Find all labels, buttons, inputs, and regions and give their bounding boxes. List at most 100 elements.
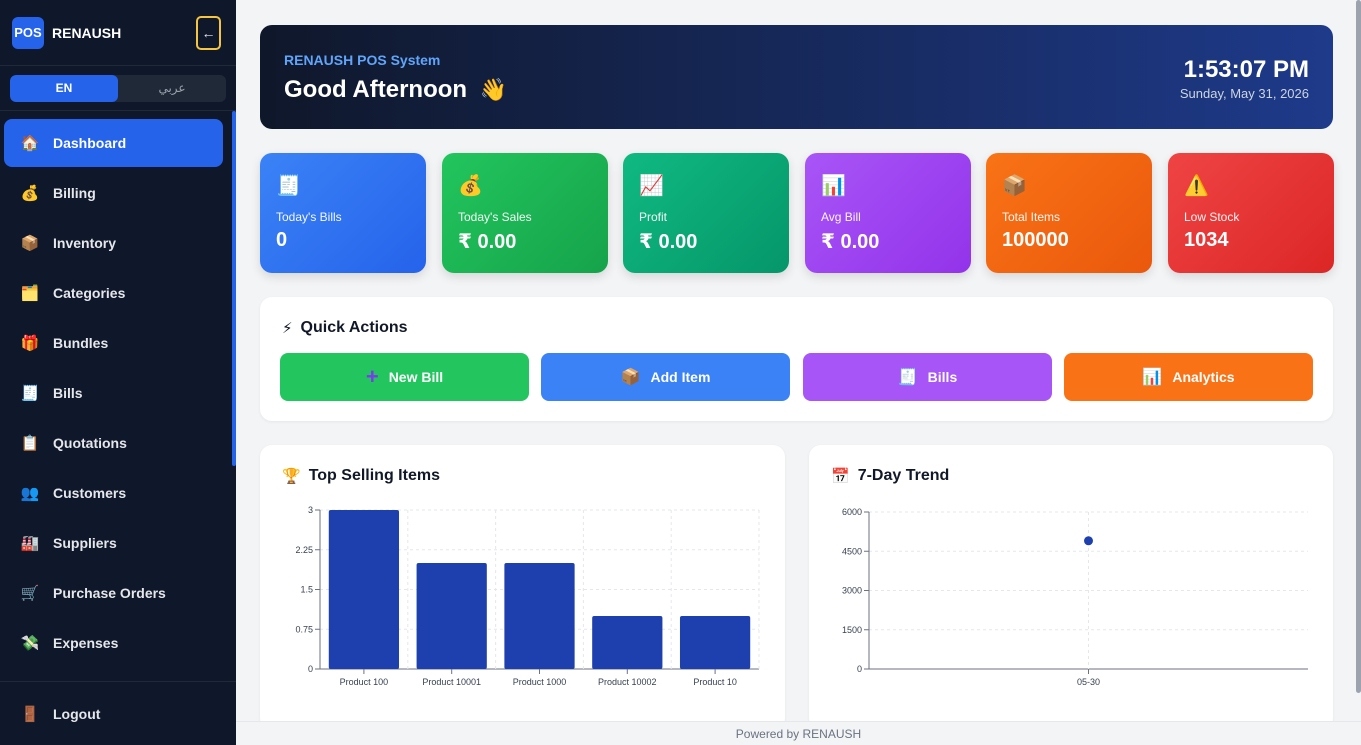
sidebar-item-label: Purchase Orders [53, 585, 166, 601]
quick-actions-title-text: Quick Actions [300, 319, 408, 336]
sidebar-item-customers[interactable]: 👥 Customers [4, 469, 223, 517]
stat-value: ₹ 0.00 [821, 231, 880, 253]
money-wings-icon: 💸 [20, 635, 40, 652]
stat-label: Total Items [1002, 210, 1061, 224]
clipboard-icon: 📋 [20, 435, 40, 452]
button-label: Add Item [650, 369, 711, 385]
stat-card-todays-bills: 🧾 Today's Bills 0 [260, 153, 426, 273]
clock-time: 1:53:07 PM [1183, 56, 1309, 83]
home-icon: 🏠 [20, 135, 40, 152]
sidebar-item-dashboard[interactable]: 🏠 Dashboard [4, 119, 223, 167]
button-label: Analytics [1172, 369, 1235, 385]
stat-card-total-items: 📦 Total Items 100000 [986, 153, 1152, 273]
money-bag-icon: 💰 [458, 175, 483, 197]
y-tick-label: 0.75 [295, 624, 313, 634]
brand-name: RENAUSH [52, 24, 122, 41]
sidebar-item-suppliers[interactable]: 🏭 Suppliers [4, 519, 223, 567]
y-tick-label: 0 [857, 664, 862, 674]
sidebar-item-label: Customers [53, 485, 127, 501]
sidebar-item-expenses[interactable]: 💸 Expenses [4, 619, 223, 667]
money-bag-icon: 💰 [20, 185, 40, 202]
y-tick-label: 6000 [842, 507, 862, 517]
trend-card: 📅 7-Day Trend 0 1500 3000 4500 6000 05-30 [809, 445, 1333, 730]
sidebar-item-bundles[interactable]: 🎁 Bundles [4, 319, 223, 367]
package-icon: 📦 [1002, 175, 1027, 197]
folder-icon: 🗂️ [20, 285, 40, 302]
x-tick-label: Product 10 [693, 677, 737, 687]
stat-value: ₹ 0.00 [458, 231, 517, 253]
footer: Powered by RENAUSH [236, 721, 1361, 745]
greeting-text: Good Afternoon [284, 76, 468, 103]
bills-button[interactable]: 🧾 Bills [803, 353, 1052, 401]
welcome-banner: RENAUSH POS System Good Afternoon 👋 1:53… [260, 25, 1333, 129]
logout-button[interactable]: 🚪 Logout [0, 681, 236, 745]
new-bill-button[interactable]: + New Bill [280, 353, 529, 401]
analytics-button[interactable]: 📊 Analytics [1064, 353, 1313, 401]
warning-icon: ⚠️ [1184, 175, 1209, 197]
package-icon: 📦 [620, 369, 641, 386]
x-tick-label: Product 10002 [598, 677, 657, 687]
wave-icon: 👋 [479, 77, 508, 102]
stat-card-profit: 📈 Profit ₹ 0.00 [623, 153, 789, 273]
brand-logo: POS [12, 16, 44, 49]
y-tick-label: 3 [308, 505, 313, 515]
sidebar-item-inventory[interactable]: 📦 Inventory [4, 219, 223, 267]
sidebar-item-label: Bundles [53, 335, 109, 351]
sidebar-item-categories[interactable]: 🗂️ Categories [4, 269, 223, 317]
sidebar-item-quotations[interactable]: 📋 Quotations [4, 419, 223, 467]
sidebar: POS RENAUSH ← EN عربي 🏠 Dashboard 💰 Bill… [0, 0, 236, 745]
sidebar-item-label: Expenses [53, 635, 119, 651]
top-selling-chart: 0 0.75 1.5 2.25 3 Product 100 Product 10001 Pro… [295, 505, 760, 687]
sidebar-item-label: Inventory [53, 235, 117, 251]
system-name: RENAUSH POS System [284, 52, 441, 68]
lang-en-button[interactable]: EN [10, 74, 118, 102]
stat-value: 0 [276, 229, 288, 251]
button-label: New Bill [388, 369, 444, 385]
page-scrollbar[interactable] [1356, 0, 1361, 693]
sidebar-scrollbar[interactable] [232, 111, 236, 466]
logout-label: Logout [53, 705, 101, 722]
door-icon: 🚪 [20, 705, 40, 723]
bar [504, 563, 575, 669]
language-switcher: EN عربي [0, 66, 236, 111]
lightning-icon: ⚡ [282, 320, 293, 337]
bar-chart-icon: 📊 [1142, 369, 1163, 386]
gift-icon: 🎁 [20, 335, 40, 352]
plus-icon: + [365, 364, 379, 389]
sidebar-nav: 🏠 Dashboard 💰 Billing 📦 Inventory 🗂️ Cat… [0, 111, 236, 681]
sidebar-item-purchase-orders[interactable]: 🛒 Purchase Orders [4, 569, 223, 617]
lang-ar-button[interactable]: عربي [118, 75, 226, 102]
collapse-sidebar-button[interactable]: ← [196, 16, 221, 50]
stat-card-todays-sales: 💰 Today's Sales ₹ 0.00 [442, 153, 608, 273]
trend-chart: 0 1500 3000 4500 6000 05-30 [842, 507, 1308, 687]
quick-actions-title: ⚡ Quick Actions [282, 319, 408, 337]
y-tick-label: 3000 [842, 586, 862, 596]
sidebar-item-label: Dashboard [53, 135, 127, 151]
factory-icon: 🏭 [20, 535, 40, 552]
receipt-icon: 🧾 [276, 175, 301, 197]
x-tick-label: 05-30 [1077, 677, 1100, 687]
receipt-icon: 🧾 [20, 385, 40, 402]
add-item-button[interactable]: 📦 Add Item [541, 353, 790, 401]
stat-value: 100000 [1002, 229, 1069, 251]
receipt-icon: 🧾 [897, 369, 918, 386]
sidebar-item-label: Billing [53, 185, 96, 201]
sidebar-item-bills[interactable]: 🧾 Bills [4, 369, 223, 417]
y-tick-label: 4500 [842, 546, 862, 556]
clock-date: Sunday, May 31, 2026 [1179, 86, 1309, 101]
bar [328, 510, 400, 669]
chart-up-icon: 📈 [639, 175, 664, 197]
y-tick-label: 1.5 [300, 585, 313, 595]
bar [679, 616, 751, 669]
sidebar-item-label: Quotations [53, 435, 127, 451]
brand-header: POS RENAUSH ← [0, 0, 236, 66]
x-tick-label: Product 100 [340, 677, 389, 687]
sidebar-item-billing[interactable]: 💰 Billing [4, 169, 223, 217]
bar [416, 563, 487, 669]
x-tick-label: Product 10001 [422, 677, 481, 687]
x-tick-label: Product 1000 [513, 677, 567, 687]
y-tick-label: 1500 [842, 625, 862, 635]
y-tick-label: 0 [308, 664, 313, 674]
stat-card-avg-bill: 📊 Avg Bill ₹ 0.00 [805, 153, 971, 273]
stat-label: Today's Bills [276, 210, 342, 224]
